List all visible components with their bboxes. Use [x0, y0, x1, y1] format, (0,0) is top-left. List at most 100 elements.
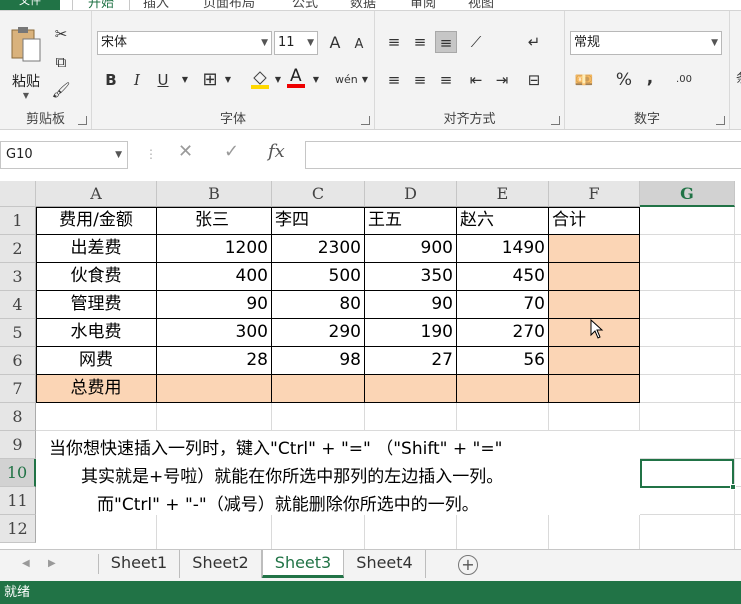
fill-handle[interactable] [730, 484, 736, 490]
total-cell[interactable] [157, 375, 272, 403]
number-launcher-icon[interactable] [716, 116, 725, 125]
table-cell[interactable]: 1490 [457, 235, 549, 263]
total-cell[interactable] [272, 375, 365, 403]
table-header-cell[interactable]: 赵六 [457, 207, 549, 235]
increase-decimal-icon[interactable]: .00 [673, 69, 695, 91]
table-cell[interactable]: 27 [365, 347, 457, 375]
scroll-right-icon[interactable]: ▶ [48, 558, 56, 569]
paste-button[interactable]: 粘贴 ▼ [6, 25, 46, 100]
row-header-7[interactable]: 7 [0, 375, 36, 403]
comma-button[interactable]: , [639, 67, 661, 89]
alignment-launcher-icon[interactable] [551, 116, 560, 125]
total-cell[interactable] [549, 263, 640, 291]
row-header-3[interactable]: 3 [0, 263, 36, 291]
chevron-down-icon[interactable]: ▼ [305, 69, 327, 91]
currency-icon[interactable]: 💴 [573, 69, 595, 91]
row-header-9[interactable]: 9 [0, 431, 36, 459]
cancel-icon[interactable]: ✕ [178, 141, 193, 162]
table-cell[interactable]: 450 [457, 263, 549, 291]
table-cell[interactable]: 70 [457, 291, 549, 319]
bold-button[interactable]: B [100, 69, 122, 91]
row-header-5[interactable]: 5 [0, 319, 36, 347]
total-cell[interactable] [549, 347, 640, 375]
select-all-corner[interactable] [0, 181, 36, 207]
active-cell-g10[interactable] [640, 459, 734, 488]
table-cell[interactable]: 1200 [157, 235, 272, 263]
column-header-d[interactable]: D [365, 181, 457, 207]
shrink-font-button[interactable]: A [348, 34, 370, 56]
table-cell[interactable]: 900 [365, 235, 457, 263]
table-cell[interactable]: 出差费 [36, 235, 157, 263]
chevron-down-icon[interactable]: ▼ [174, 69, 196, 91]
name-box[interactable]: G10 ▼ [0, 141, 128, 169]
wrap-text-icon[interactable]: ↵ [523, 31, 545, 53]
table-cell[interactable]: 管理费 [36, 291, 157, 319]
confirm-icon[interactable]: ✓ [224, 141, 239, 162]
font-color-icon[interactable]: A [285, 65, 307, 88]
column-header-g[interactable]: G [640, 181, 735, 207]
row-header-2[interactable]: 2 [0, 235, 36, 263]
scroll-left-icon[interactable]: ◀ [22, 558, 30, 569]
total-cell[interactable] [549, 291, 640, 319]
chevron-down-icon[interactable]: ▼ [354, 69, 376, 91]
table-cell[interactable]: 90 [157, 291, 272, 319]
column-header-e[interactable]: E [457, 181, 549, 207]
font-size-select[interactable]: 11 ▼ [274, 31, 318, 55]
total-cell[interactable] [457, 375, 549, 403]
increase-indent-icon[interactable]: ⇥ [491, 69, 513, 91]
align-left-icon[interactable]: ≡ [383, 69, 405, 91]
table-cell[interactable]: 270 [457, 319, 549, 347]
row-header-10[interactable]: 10 [0, 459, 36, 487]
align-center-icon[interactable]: ≡ [409, 69, 431, 91]
row-header-1[interactable]: 1 [0, 207, 36, 235]
orientation-icon[interactable]: ⟋ [465, 31, 487, 53]
align-bottom-icon[interactable]: ≡ [435, 31, 457, 53]
font-launcher-icon[interactable] [361, 116, 370, 125]
table-cell[interactable]: 300 [157, 319, 272, 347]
copy-icon[interactable]: ⧉ [50, 51, 72, 73]
row-header-11[interactable]: 11 [0, 487, 36, 515]
worksheet-grid[interactable]: A B C D E F G 1 2 3 4 5 6 7 8 9 10 11 12… [0, 181, 741, 549]
tab-sheet3[interactable]: Sheet3 [262, 550, 344, 578]
table-header-cell[interactable]: 张三 [157, 207, 272, 235]
clipboard-launcher-icon[interactable] [78, 116, 87, 125]
tab-sheet4[interactable]: Sheet4 [344, 550, 426, 578]
cut-icon[interactable]: ✂ [50, 23, 72, 45]
table-header-cell[interactable]: 费用/金额 [36, 207, 157, 235]
number-format-select[interactable]: 常规 ▼ [570, 31, 722, 55]
table-cell[interactable]: 2300 [272, 235, 365, 263]
table-cell[interactable]: 水电费 [36, 319, 157, 347]
align-top-icon[interactable]: ≡ [383, 31, 405, 53]
conditional-format-icon[interactable]: 条 [731, 67, 741, 89]
table-cell[interactable]: 98 [272, 347, 365, 375]
row-header-8[interactable]: 8 [0, 403, 36, 431]
table-cell[interactable]: 90 [365, 291, 457, 319]
total-cell[interactable] [549, 235, 640, 263]
total-label-cell[interactable]: 总费用 [36, 375, 157, 403]
column-header-b[interactable]: B [157, 181, 272, 207]
tab-sheet1[interactable]: Sheet1 [99, 550, 180, 578]
tab-sheet2[interactable]: Sheet2 [180, 550, 262, 578]
table-cell[interactable]: 350 [365, 263, 457, 291]
italic-button[interactable]: I [126, 69, 148, 91]
row-header-12[interactable]: 12 [0, 515, 36, 543]
formula-input[interactable] [305, 141, 741, 169]
chevron-down-icon[interactable]: ▼ [217, 69, 239, 91]
column-header-a[interactable]: A [36, 181, 157, 207]
table-cell[interactable]: 500 [272, 263, 365, 291]
total-cell[interactable] [549, 375, 640, 403]
table-header-cell[interactable]: 王五 [365, 207, 457, 235]
format-painter-icon[interactable]: 🖌 [50, 79, 72, 101]
table-cell[interactable]: 28 [157, 347, 272, 375]
align-right-icon[interactable]: ≡ [435, 69, 457, 91]
row-header-4[interactable]: 4 [0, 291, 36, 319]
table-header-cell[interactable]: 李四 [272, 207, 365, 235]
decrease-indent-icon[interactable]: ⇤ [465, 69, 487, 91]
total-cell[interactable] [365, 375, 457, 403]
row-header-6[interactable]: 6 [0, 347, 36, 375]
table-cell[interactable]: 56 [457, 347, 549, 375]
grow-font-button[interactable]: A [324, 32, 346, 54]
table-cell[interactable]: 网费 [36, 347, 157, 375]
table-cell[interactable]: 290 [272, 319, 365, 347]
underline-button[interactable]: U [152, 69, 174, 91]
